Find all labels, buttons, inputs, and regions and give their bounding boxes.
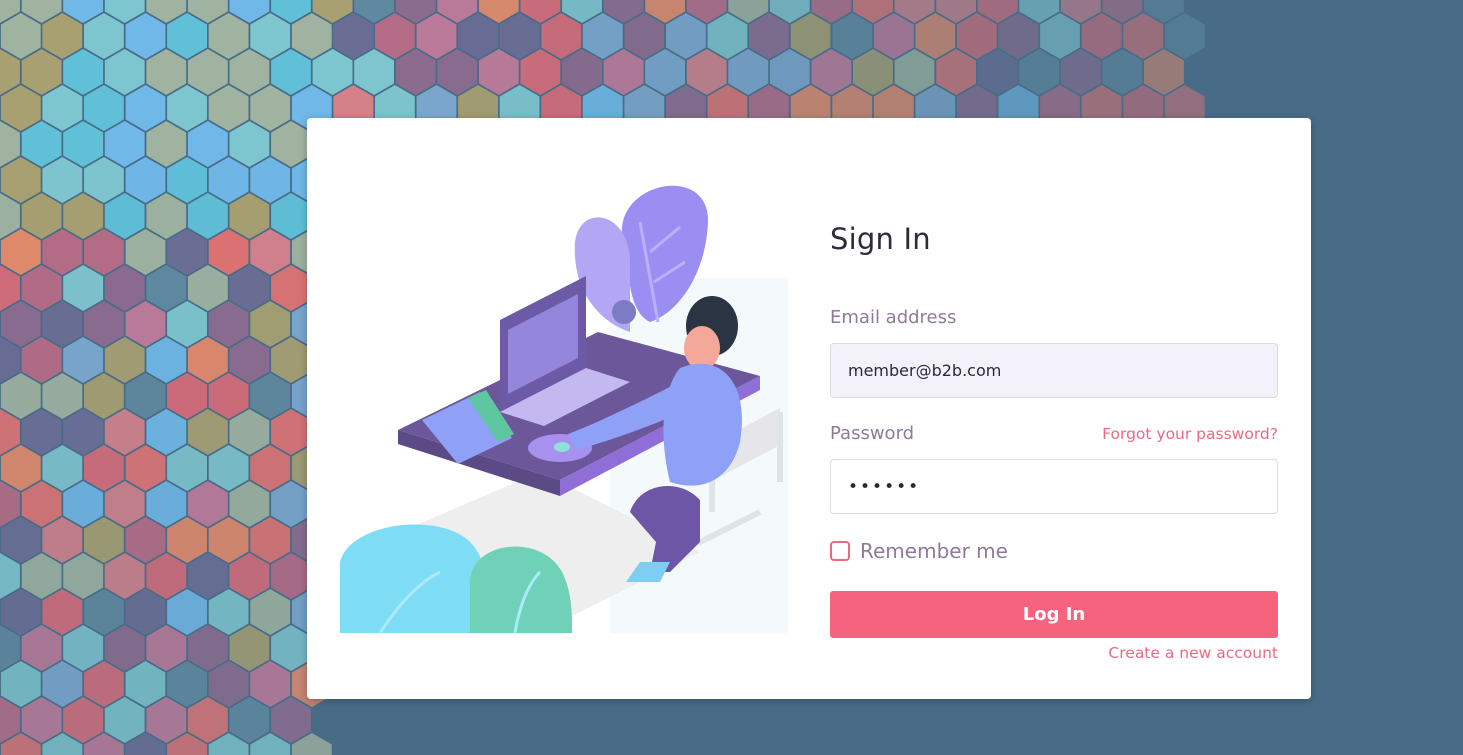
- email-field[interactable]: [830, 343, 1278, 398]
- remember-me-checkbox[interactable]: Remember me: [830, 539, 1008, 563]
- password-field[interactable]: [830, 459, 1278, 514]
- password-label: Password: [830, 423, 915, 444]
- checkbox-icon[interactable]: [830, 541, 850, 561]
- login-card: Sign In Email address Password Forgot yo…: [307, 118, 1311, 699]
- remember-me-label: Remember me: [860, 539, 1008, 563]
- create-account-link[interactable]: Create a new account: [1108, 644, 1278, 662]
- page-title: Sign In: [830, 222, 931, 256]
- forgot-password-link[interactable]: Forgot your password?: [1102, 425, 1278, 443]
- person-at-desk-illustration: [340, 185, 788, 633]
- log-in-button[interactable]: Log In: [830, 591, 1278, 638]
- email-label: Email address: [830, 307, 957, 328]
